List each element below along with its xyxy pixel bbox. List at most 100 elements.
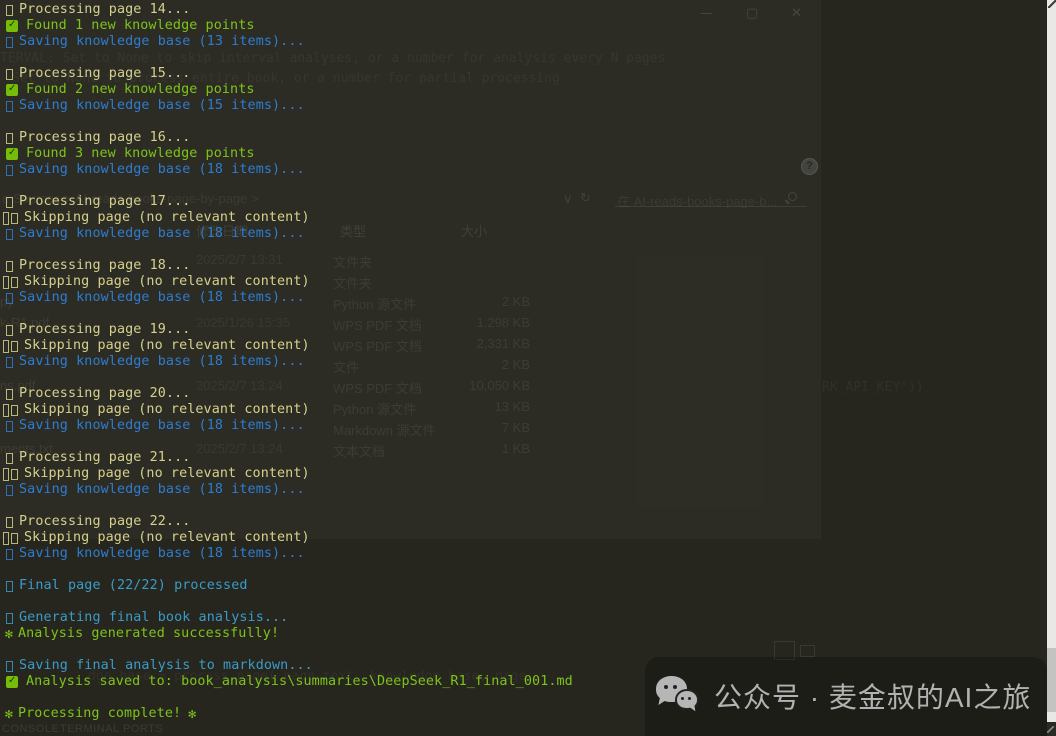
book-glyph-icon (6, 228, 13, 240)
terminal-line-text: Analysis saved to: book_analysis\summari… (26, 674, 573, 689)
terminal-line: Saving knowledge base (13 items)... (3, 34, 1047, 50)
status-icon (3, 531, 9, 545)
terminal-line-text: Processing page 16... (19, 130, 191, 145)
book-glyph-icon (6, 612, 13, 624)
book-glyph-icon (6, 132, 13, 144)
terminal-line: Saving knowledge base (18 items)... (3, 290, 1047, 306)
terminal-line-text: Skipping page (no relevant content) (24, 210, 310, 225)
book-glyph-icon (6, 196, 13, 208)
terminal-line-text: Saving final analysis to markdown... (19, 658, 313, 673)
terminal-line-text: Saving knowledge base (18 items)... (19, 290, 305, 305)
terminal-line-text: Generating final book analysis... (19, 610, 289, 625)
terminal-line-text: Processing page 14... (19, 2, 191, 17)
book-glyph-icon (6, 484, 13, 496)
terminal-line: Processing page 19... (3, 322, 1047, 338)
terminal-line: Processing page 22... (3, 514, 1047, 530)
terminal-line: Found 2 new knowledge points (3, 82, 1047, 98)
terminal-line-text: Saving knowledge base (18 items)... (19, 482, 305, 497)
book-glyph-icon (11, 340, 18, 352)
scrollbar-top-mark (1048, 0, 1056, 8)
book-glyph-icon (6, 164, 13, 176)
book-glyph-icon (6, 580, 13, 592)
terminal-line: Processing page 15... (3, 66, 1047, 82)
watermark-text: 公众号 · 麦金叔的AI之旅 (714, 682, 1032, 713)
book-glyph-icon (6, 420, 13, 432)
terminal-line-text: Found 1 new knowledge points (26, 18, 255, 33)
wechat-icon (656, 674, 704, 718)
book-glyph-icon (11, 212, 18, 224)
terminal-line-text: Saving knowledge base (18 items)... (19, 418, 305, 433)
terminal-line-text: Found 2 new knowledge points (26, 82, 255, 97)
status-icon (6, 19, 18, 32)
book-glyph-icon (6, 100, 13, 112)
terminal-line-text: Processing page 22... (19, 514, 191, 529)
terminal-line-text: Saving knowledge base (13 items)... (19, 34, 305, 49)
terminal-line-text: Skipping page (no relevant content) (24, 466, 310, 481)
scrollbar-track[interactable] (1047, 0, 1056, 736)
scrollbar-corner (1047, 722, 1056, 736)
book-glyph-icon (6, 452, 13, 464)
wechat-bubble-small (675, 689, 699, 710)
terminal-line-text: Skipping page (no relevant content) (24, 402, 310, 417)
terminal-line: Saving knowledge base (18 items)... (3, 418, 1047, 434)
terminal-line: Saving knowledge base (18 items)... (3, 546, 1047, 562)
terminal-line: Saving knowledge base (18 items)... (3, 354, 1047, 370)
terminal-line: Skipping page (no relevant content) (3, 530, 1047, 546)
terminal-line-text: Saving knowledge base (18 items)... (19, 546, 305, 561)
book-glyph-icon (11, 468, 18, 480)
book-glyph-icon (6, 388, 13, 400)
book-glyph-icon (11, 276, 18, 288)
status-icon (6, 147, 18, 160)
status-icon (3, 275, 9, 289)
terminal-line-text: Processing complete! (17, 706, 182, 721)
terminal-line: Generating final book analysis... (3, 610, 1047, 626)
terminal-line-text: Saving knowledge base (18 items)... (19, 226, 305, 241)
terminal-line-text: Processing page 21... (19, 450, 191, 465)
terminal-line: Final page (22/22) processed (3, 578, 1047, 594)
book-glyph-icon (6, 68, 13, 80)
terminal-line: Saving knowledge base (18 items)... (3, 226, 1047, 242)
terminal-line-text: Skipping page (no relevant content) (24, 338, 310, 353)
terminal-line: Analysis generated successfully! (3, 626, 1047, 642)
terminal-line: Skipping page (no relevant content) (3, 402, 1047, 418)
terminal-line: Skipping page (no relevant content) (3, 466, 1047, 482)
terminal-line-text: Processing page 20... (19, 386, 191, 401)
screen: — ▢ ✕ ? e Sources > AI-reads-books-page-… (0, 0, 1056, 736)
terminal-line: Saving knowledge base (18 items)... (3, 162, 1047, 178)
book-glyph-icon (6, 292, 13, 304)
book-glyph-icon (6, 36, 13, 48)
terminal-line-text: Saving knowledge base (18 items)... (19, 162, 305, 177)
terminal-line-text: Processing page 15... (19, 66, 191, 81)
terminal-line: Skipping page (no relevant content) (3, 210, 1047, 226)
sparkle-icon (188, 707, 196, 722)
book-glyph-icon (6, 324, 13, 336)
terminal-line: Processing page 20... (3, 386, 1047, 402)
terminal-line: Processing page 21... (3, 450, 1047, 466)
terminal-line-text: Saving knowledge base (15 items)... (19, 98, 305, 113)
terminal-line: Skipping page (no relevant content) (3, 274, 1047, 290)
terminal-line-text: Processing page 17... (19, 194, 191, 209)
status-icon (5, 707, 13, 722)
status-icon (3, 339, 9, 353)
terminal-line-text: Skipping page (no relevant content) (24, 274, 310, 289)
book-glyph-icon (6, 548, 13, 560)
terminal-line: Saving knowledge base (15 items)... (3, 98, 1047, 114)
status-icon (6, 83, 18, 96)
terminal-line: Found 3 new knowledge points (3, 146, 1047, 162)
status-icon (3, 211, 9, 225)
scrollbar-thumb[interactable] (1047, 648, 1056, 712)
book-glyph-icon (6, 660, 13, 672)
book-glyph-icon (11, 532, 18, 544)
book-glyph-icon (6, 4, 13, 16)
book-glyph-icon (6, 356, 13, 368)
terminal-line: Found 1 new knowledge points (3, 18, 1047, 34)
